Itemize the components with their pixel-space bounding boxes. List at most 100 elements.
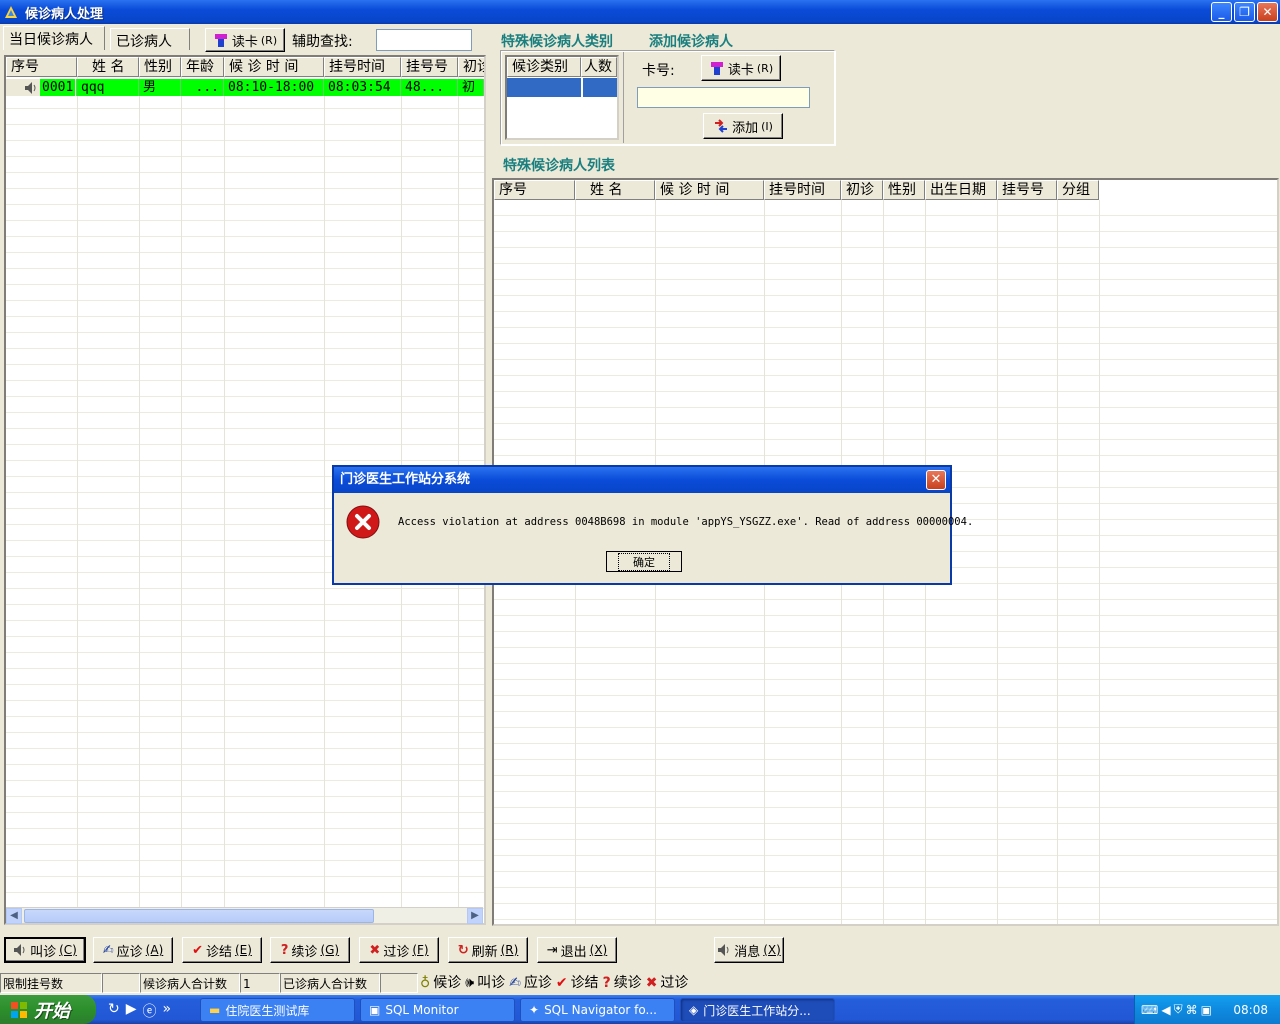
app-icon: ◈ [689, 1003, 699, 1017]
tab-today-waiting[interactable]: 当日候诊病人 [3, 26, 105, 50]
task-item-sql-monitor[interactable]: ▣ SQL Monitor [360, 998, 515, 1022]
dialog-ok-button[interactable]: 确定 [606, 551, 682, 572]
start-button[interactable]: 开始 [0, 995, 96, 1024]
cell-reg-time: 08:03:54 [324, 79, 401, 96]
finish-visit-button[interactable]: ✔ 诊结 (E) [182, 937, 262, 963]
checkmark-icon: ✔ [192, 942, 203, 958]
speaker-icon [25, 81, 36, 94]
limit-value [102, 973, 140, 993]
horizontal-scrollbar[interactable]: ◀ ▶ [6, 907, 483, 924]
dialog-close-button[interactable]: ✕ [926, 470, 946, 490]
col-header-name[interactable]: 姓 名 [77, 57, 139, 77]
exit-button[interactable]: ⇥ 退出 (X) [537, 937, 617, 963]
scroll-left-arrow-icon[interactable]: ◀ [6, 908, 22, 924]
col-header-first-visit[interactable]: 初诊 [841, 180, 883, 200]
special-category-table[interactable]: 候诊类别 人数 [505, 55, 619, 140]
scroll-thumb[interactable] [24, 909, 374, 923]
col-header-sex[interactable]: 性别 [883, 180, 925, 200]
col-header-count[interactable]: 人数 [581, 57, 617, 77]
col-header-wait-time[interactable]: 候 诊 时 间 [224, 57, 324, 77]
cell-first-visit: 初 [458, 79, 484, 96]
app-icon [5, 6, 17, 18]
accept-icon: ✍ [102, 942, 114, 958]
skip-patient-button[interactable]: ✖ 过诊 (F) [359, 937, 439, 963]
special-category-title: 特殊候诊病人类别 [501, 34, 613, 50]
media-player-icon[interactable]: ▶ [126, 1001, 137, 1021]
accept-icon: ✍ [509, 975, 521, 991]
network-icon[interactable]: ⌘ [1186, 1003, 1198, 1017]
waiting-table-header: 序号 姓 名 性别 年龄 候 诊 时 间 挂号时间 挂号号 初诊 [6, 57, 484, 77]
message-button[interactable]: 消息 (X) [714, 937, 784, 963]
refresh-button[interactable]: ↻ 刷新 (R) [448, 937, 528, 963]
close-button[interactable]: ✕ [1257, 2, 1278, 22]
error-icon [346, 505, 380, 539]
seen-total-value [380, 973, 418, 993]
col-header-reg-time[interactable]: 挂号时间 [764, 180, 841, 200]
read-card-button[interactable]: 读卡 (R) [205, 28, 285, 52]
assist-search-input[interactable] [376, 29, 472, 51]
window-title: 候诊病人处理 [25, 6, 104, 22]
clock: 08:08 [1233, 1002, 1268, 1017]
dialog-titlebar: 门诊医生工作站分系统 ✕ [334, 467, 950, 493]
waiting-total-label: 候诊病人合计数 [140, 973, 240, 993]
waiting-total-value: 1 [240, 973, 280, 993]
col-header-sex[interactable]: 性别 [139, 57, 181, 77]
col-header-reg-no[interactable]: 挂号号 [997, 180, 1057, 200]
col-header-birth-date[interactable]: 出生日期 [925, 180, 997, 200]
card-number-label: 卡号: [642, 63, 675, 79]
monitor-icon[interactable]: ▣ [1201, 1003, 1212, 1017]
call-patient-button[interactable]: 叫诊 (C) [4, 937, 86, 963]
task-item-sql-navigator[interactable]: ✦ SQL Navigator fo... [520, 998, 675, 1022]
col-header-group[interactable]: 分组 [1057, 180, 1099, 200]
minimize-icon: _ [1218, 5, 1225, 19]
close-icon: ✕ [1262, 5, 1273, 19]
task-item-outpatient-station[interactable]: ◈ 门诊医生工作站分... [680, 998, 835, 1022]
table-row[interactable]: 0001 qqq 男 ... 08:10-18:00 08:03:54 48..… [6, 79, 484, 96]
cell-age: ... [181, 79, 224, 96]
restore-button[interactable]: ❐ [1234, 2, 1255, 22]
add-read-card-button[interactable]: 读卡 (R) [701, 55, 781, 81]
chevron-right-icon[interactable]: » [163, 1001, 172, 1021]
continue-visit-button[interactable]: ? 续诊 (G) [270, 937, 350, 963]
task-item-inpatient-db[interactable]: ▬ 住院医生测试库 [200, 998, 355, 1022]
x-icon: ✖ [645, 975, 658, 991]
cell-name: qqq [77, 79, 139, 96]
minimize-button[interactable]: _ [1211, 2, 1232, 22]
col-header-category[interactable]: 候诊类别 [507, 57, 581, 77]
keyboard-icon[interactable]: ⌨ [1141, 1003, 1158, 1017]
col-header-name[interactable]: 姓 名 [575, 180, 655, 200]
card-reader-icon [214, 34, 227, 47]
dialog-message: Access violation at address 0048B698 in … [398, 516, 974, 528]
waiting-bulb-icon: ♁ [420, 975, 431, 991]
add-patient-button[interactable]: 添加 (I) [703, 113, 783, 139]
chevron-left-icon[interactable]: ◀ [1161, 1003, 1170, 1017]
card-reader-icon [710, 62, 723, 75]
add-patient-label: 添加 [732, 120, 759, 136]
refresh-icon[interactable]: ↻ [108, 1001, 120, 1021]
col-header-first-visit[interactable]: 初诊 [458, 57, 484, 77]
add-icon [715, 119, 728, 133]
seen-total-label: 已诊病人合计数 [280, 973, 380, 993]
category-row-selected[interactable] [507, 78, 581, 97]
security-icon[interactable]: ⛨ [1174, 1002, 1183, 1017]
col-header-age[interactable]: 年龄 [181, 57, 224, 77]
tab-seen-patients[interactable]: 已诊病人 [110, 28, 190, 50]
read-card-label: 读卡 [231, 34, 258, 50]
col-header-wait-time[interactable]: 候 诊 时 间 [655, 180, 764, 200]
system-tray: ⌨ ◀ ⛨ ⌘ ▣ 08:08 [1134, 995, 1280, 1024]
speaker-icon [718, 944, 729, 956]
add-read-card-label: 读卡 [727, 62, 754, 78]
cell-sex: 男 [139, 79, 181, 96]
browser-icon[interactable]: ⓔ [143, 1001, 157, 1021]
col-header-seq[interactable]: 序号 [6, 57, 77, 77]
error-dialog: 门诊医生工作站分系统 ✕ Access violation at address… [332, 465, 973, 585]
exit-door-icon: ⇥ [546, 942, 558, 958]
col-header-reg-no[interactable]: 挂号号 [401, 57, 458, 77]
accept-patient-button[interactable]: ✍ 应诊 (A) [93, 937, 173, 963]
taskbar: 开始 ↻ ▶ ⓔ » ▬ 住院医生测试库 ▣ SQL Monitor ✦ SQL Na… [0, 995, 1280, 1024]
scroll-right-arrow-icon[interactable]: ▶ [467, 908, 483, 924]
dialog-title: 门诊医生工作站分系统 [340, 472, 471, 487]
col-header-reg-time[interactable]: 挂号时间 [324, 57, 401, 77]
col-header-seq[interactable]: 序号 [494, 180, 575, 200]
card-number-input[interactable] [637, 87, 810, 108]
